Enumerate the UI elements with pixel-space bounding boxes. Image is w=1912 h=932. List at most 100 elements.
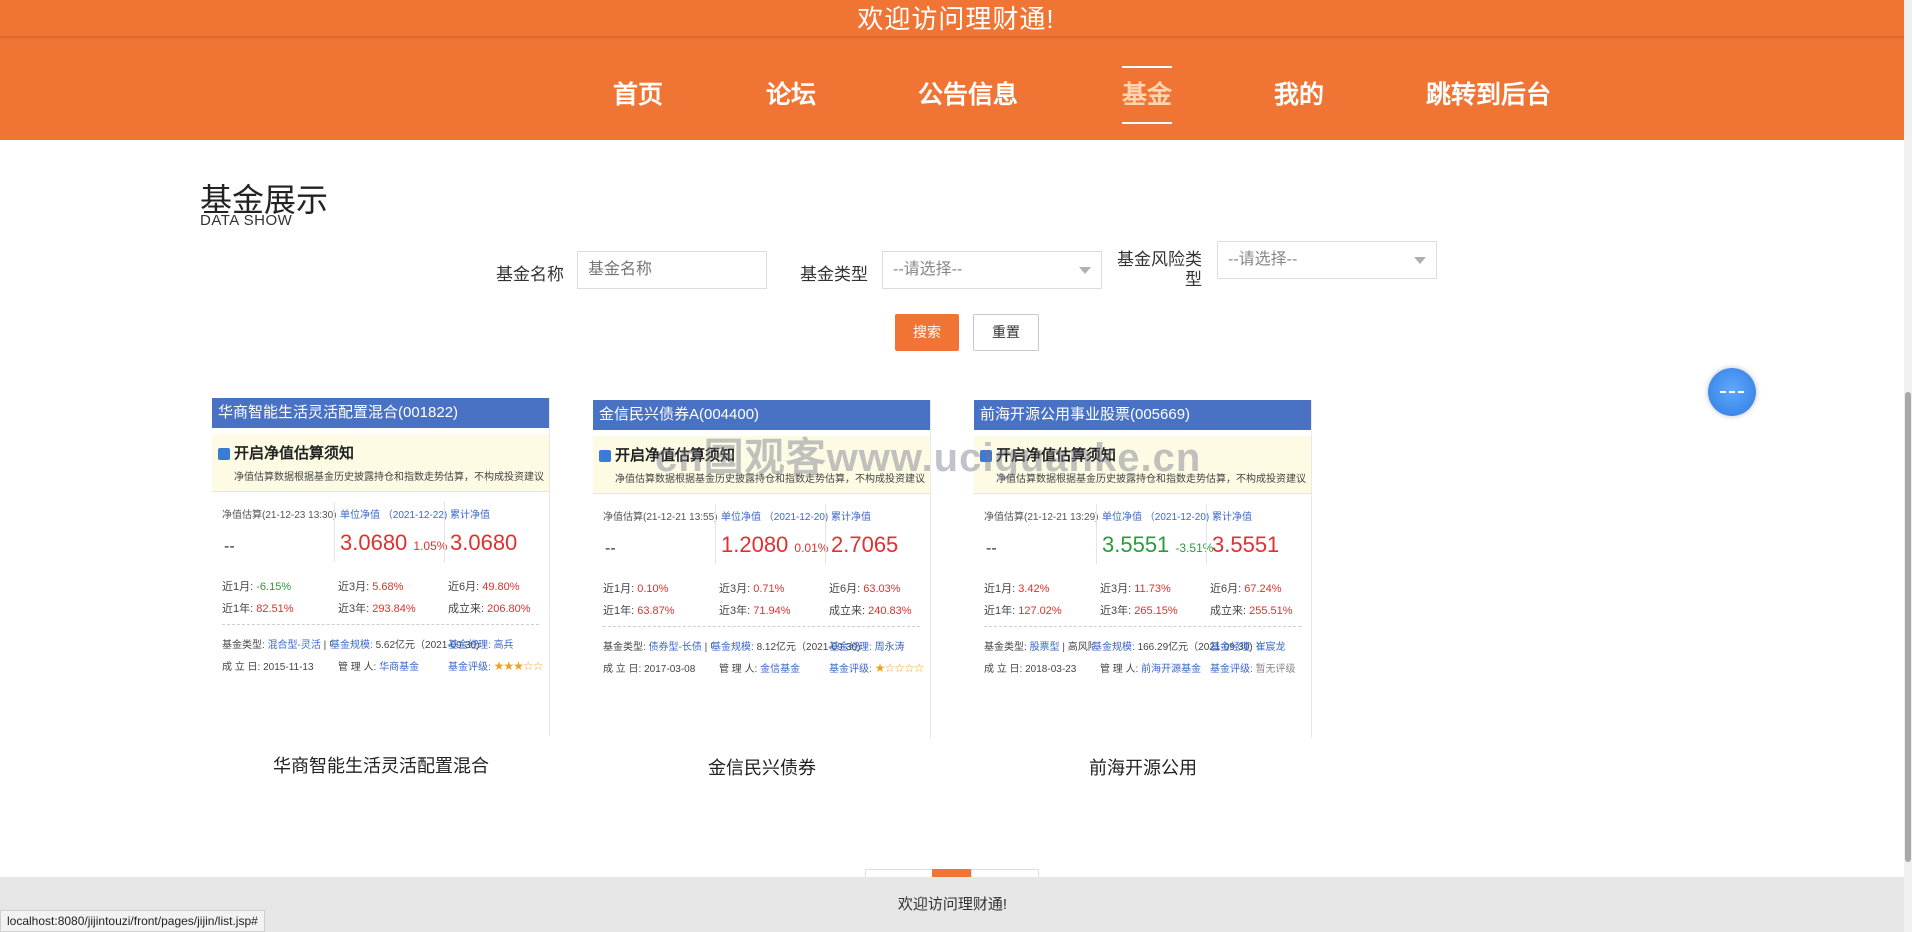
info-risk: 高风险 [1067, 642, 1094, 653]
info-manager-label: 基金经理: [448, 640, 491, 651]
unit-nav-number: 1.2080 [721, 532, 789, 557]
fund-card-title[interactable]: 前海开源公用 [974, 754, 1312, 780]
info-rating-label: 基金评级: [1210, 664, 1253, 675]
floating-action-button[interactable] [1708, 368, 1756, 416]
rating-stars-icon: ★☆☆☆☆ [874, 661, 925, 675]
divider [715, 504, 716, 564]
chevron-down-icon [1414, 257, 1426, 264]
fund-risk-label: 基金风险类 型 [1110, 250, 1202, 290]
stat-3m: 近3月: 11.73% [1100, 580, 1171, 596]
unit-nav-value: 3.0680 1.05% [340, 530, 447, 556]
fund-risk-value: --请选择-- [1228, 251, 1298, 268]
scrollbar-thumb[interactable] [1905, 392, 1911, 862]
total-nav-value: 3.5551 [1212, 532, 1280, 557]
divider [222, 624, 539, 625]
stat-6m: 近6月: 63.03% [829, 580, 901, 596]
fund-card-body: 净值估算(21-12-21 13:55) -- 单位净值 （2021-12-20) 1… [593, 494, 930, 738]
rating-stars-icon: ★★★☆☆ [493, 659, 544, 673]
fund-type-select[interactable]: --请选择-- [882, 251, 1102, 289]
divider [603, 626, 920, 627]
chevron-down-icon [1079, 267, 1091, 274]
info-date-value: 2017-03-08 [644, 664, 696, 675]
nav-mine[interactable]: 我的 [1274, 60, 1324, 130]
unit-nav-number: 3.5551 [1102, 532, 1170, 557]
info-date-value: 2015-11-13 [263, 662, 314, 673]
nav-funds[interactable]: 基金 [1122, 60, 1173, 130]
estimate-label: 净值估算(21-12-21 13:55) [603, 512, 718, 523]
fund-name-input[interactable] [577, 251, 767, 289]
stat-since: 成立来: 206.80% [448, 600, 531, 616]
estimate-label: 净值估算(21-12-21 13:29) [984, 512, 1099, 523]
info-manager-value[interactable]: 高兵 [494, 640, 514, 651]
info-manager: 基金经理: 周永涛 [829, 638, 905, 653]
stat-3y: 近3年: 265.15% [1100, 602, 1178, 618]
info-company-label: 管 理 人: [1100, 664, 1139, 675]
reset-button[interactable]: 重置 [973, 314, 1039, 351]
divider [334, 502, 335, 562]
notice-title: 开启净值估算须知 [234, 445, 355, 462]
unit-nav-label: 单位净值 （2021-12-20) [1102, 512, 1210, 523]
divider [444, 502, 445, 562]
fund-card-body: 净值估算(21-12-23 13:30) -- 单位净值 （2021-12-22) 3… [212, 492, 549, 736]
stat-1m: 近1月: -6.15% [222, 578, 291, 594]
top-header: 欢迎访问理财通! 首页 论坛 公告信息 基金 我的 跳转到后台 [0, 0, 1912, 140]
info-manager-value[interactable]: 崔宸龙 [1256, 642, 1286, 653]
info-company-value[interactable]: 金信基金 [760, 664, 800, 675]
stat-3m-value: 11.73% [1134, 583, 1171, 595]
divider [984, 626, 1301, 627]
fund-card-title[interactable]: 华商智能生活灵活配置混合 [212, 752, 550, 778]
info-type-value[interactable]: 混合型-灵活 [268, 640, 321, 651]
stat-3y-value: 265.15% [1134, 605, 1178, 617]
info-manager: 基金经理: 崔宸龙 [1210, 638, 1286, 653]
total-nav-value: 2.7065 [831, 532, 899, 557]
stat-6m-label: 近6月: [829, 583, 861, 595]
total-nav-label: 累计净值 [831, 512, 871, 523]
info-rating: 基金评级: ★★★☆☆ [448, 658, 544, 673]
info-manager-label: 基金经理: [829, 642, 872, 653]
info-date: 成 立 日: 2017-03-08 [603, 660, 695, 675]
info-date-label: 成 立 日: [984, 664, 1023, 675]
stat-since-label: 成立来: [829, 605, 866, 617]
stat-1y-value: 82.51% [256, 603, 294, 615]
stat-3m-label: 近3月: [719, 583, 751, 595]
stat-6m: 近6月: 67.24% [1210, 580, 1282, 596]
stat-3m: 近3月: 0.71% [719, 580, 784, 596]
estimate-value: -- [605, 540, 616, 557]
fund-risk-select[interactable]: --请选择-- [1217, 241, 1437, 279]
notice-text: 净值估算数据根据基金历史披露持仓和指数走势估算，不构成投资建议，仅供参考，实际以… [234, 472, 544, 483]
nav-forum[interactable]: 论坛 [766, 60, 816, 130]
stat-1y-label: 近1年: [603, 605, 635, 617]
info-company-label: 管 理 人: [719, 664, 758, 675]
fund-type-label: 基金类型 [800, 265, 868, 284]
nav-announcements[interactable]: 公告信息 [918, 60, 1018, 130]
unit-nav-change: -3.51% [1175, 541, 1214, 555]
fund-card-header: 华商智能生活灵活配置混合(001822) [212, 398, 549, 428]
stat-1y-label: 近1年: [984, 605, 1016, 617]
info-type-value[interactable]: 股票型 [1030, 642, 1060, 653]
stat-3m-label: 近3月: [338, 581, 370, 593]
nav-home[interactable]: 首页 [613, 60, 663, 130]
rating-text: 暂无评级 [1255, 664, 1296, 675]
info-type-value[interactable]: 债券型-长债 [649, 642, 702, 653]
info-manager-value[interactable]: 周永涛 [875, 642, 905, 653]
fund-card-image[interactable]: 华商智能生活灵活配置混合(001822) 开启净值估算须知净值估算数据根据基金历史… [212, 398, 550, 736]
search-button[interactable]: 搜索 [895, 314, 959, 351]
stat-1y: 近1年: 82.51% [222, 600, 294, 616]
stat-1y: 近1年: 127.02% [984, 602, 1062, 618]
stat-3y-label: 近3年: [719, 605, 751, 617]
stat-1m-label: 近1月: [222, 581, 254, 593]
unit-nav-change: 0.01% [794, 541, 829, 555]
estimate-label: 净值估算(21-12-23 13:30) [222, 510, 337, 521]
stat-6m-value: 63.03% [863, 583, 901, 595]
page-subtitle: DATA SHOW [200, 212, 293, 229]
info-type: 基金类型: 股票型 | 高风险 [984, 638, 1094, 653]
unit-nav-change: 1.05% [413, 539, 448, 553]
nav-admin[interactable]: 跳转到后台 [1426, 60, 1551, 130]
info-manager-label: 基金经理: [1210, 642, 1253, 653]
fund-card-title[interactable]: 金信民兴债券 [593, 754, 931, 780]
info-company-value[interactable]: 前海开源基金 [1141, 664, 1201, 675]
info-company-value[interactable]: 华商基金 [379, 662, 419, 673]
stat-6m-label: 近6月: [448, 581, 480, 593]
stat-6m-label: 近6月: [1210, 583, 1242, 595]
stat-since-value: 255.51% [1249, 605, 1293, 617]
